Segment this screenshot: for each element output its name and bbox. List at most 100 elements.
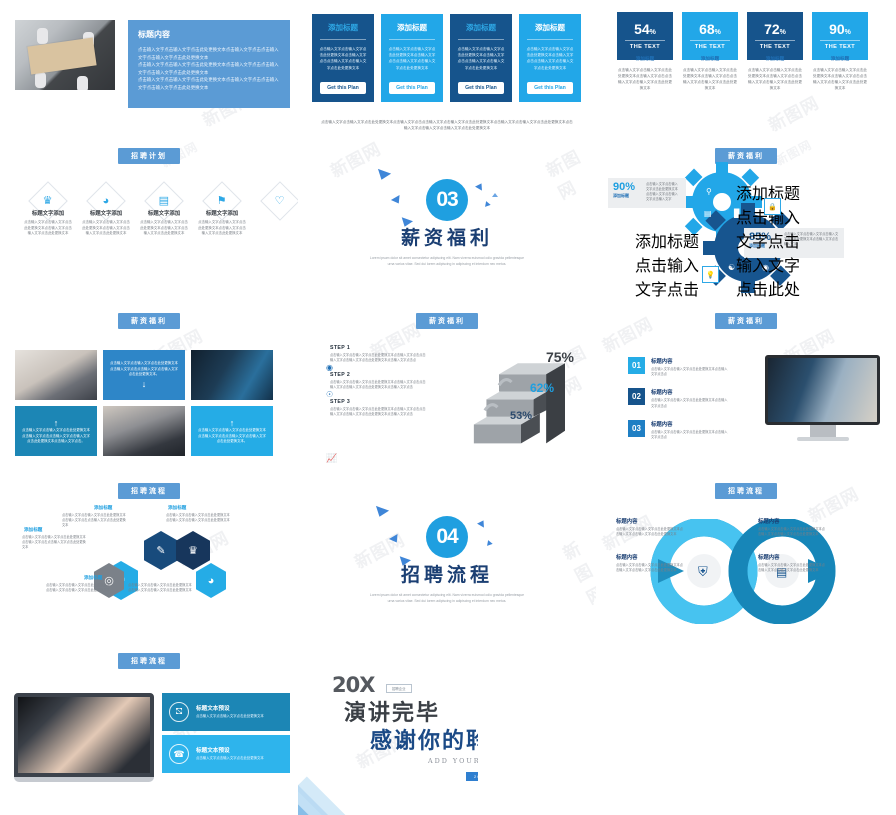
- step-label: STEP 2: [330, 371, 351, 378]
- hex-label-desc: 点击输入文字点击输入文字点击此处更换文本点击输入文字点击点击输入文字点击此处更换…: [62, 513, 126, 528]
- get-plan-button[interactable]: Get this Plan: [527, 82, 573, 94]
- panel-body: 点击输入文字点击输入文字点击此处更换文本点击输入文字点击点击输入文字点击输入文字…: [138, 47, 279, 90]
- section-number: 04: [426, 516, 468, 558]
- grid-text-body: 点击输入文字点击输入文字点击此处更换文本点击输入文字点击点击输入文字点击输入文字…: [22, 428, 90, 444]
- hex-label-title: 添加标题: [24, 527, 43, 532]
- list-desc: 点击输入文字点击输入文字点击此处更换文本点击输入文字点击点: [651, 367, 728, 377]
- plan-card-row: 添加标题 点击输入文字点击输入文字点击此处更换文本点击输入文字点击点击输入文字点…: [312, 14, 581, 102]
- icon-item[interactable]: ⚑ 标题文字添加 点击输入文字点击输入文字点击此处更换文本点击输入文字点击输入文…: [198, 181, 246, 237]
- percent-card[interactable]: 90% THE TEXT 添加标题 点击输入文字点击输入文字点击此处更换文本点击…: [812, 12, 868, 91]
- svg-text:▤: ▤: [704, 209, 712, 218]
- hex-clock-icon[interactable]: ◕: [196, 563, 226, 598]
- plan-card[interactable]: 添加标题 点击输入文字点击输入文字点击此处更换文本点击输入文字点击点击输入文字点…: [312, 14, 374, 102]
- percent-subtitle: 添加标题: [765, 56, 785, 61]
- banner-title: 标题文本预设: [196, 706, 230, 713]
- grid-text-cell[interactable]: ↑ 点击输入文字点击输入文字点击此处更换文本点击输入文字点击点击输入文字点击输入…: [15, 406, 97, 456]
- step-list: STEP 1 点击输入文字点击输入文字点击此处更换文本点击输入文字点击点击输入文…: [326, 345, 426, 463]
- step-label: STEP 1: [330, 345, 351, 351]
- percent-value: 68: [699, 21, 715, 37]
- plan-card[interactable]: 添加标题 点击输入文字点击输入文字点击此处更换文本点击输入文字点击点击输入文字点…: [450, 14, 512, 102]
- plan-body: 点击输入文字点击输入文字点击此处更换文本点击输入文字点击点击输入文字点击输入文字…: [319, 47, 367, 70]
- list-item[interactable]: 02 标题内容 点击输入文字点击输入文字点击此处更换文本点击输入文字点击点: [628, 388, 728, 408]
- infinity-label[interactable]: 标题内容 点击输入文字点击输入文字点击此处更换文本点击输入文字点击输入文字点击此…: [616, 553, 686, 573]
- slide-gears[interactable]: 新图网 薪资福利 ⚲ ▤ ▉ ☯ ◉ 90% 添加标题 点击输入文字点击输入文字…: [596, 140, 896, 305]
- feature-banner[interactable]: ☎ 标题文本预设 点击输入文字点击输入文字点击此处更换文本: [162, 735, 290, 773]
- icon-item[interactable]: ◕ 标题文字添加 点击输入文字点击输入文字点击此处更换文本点击输入文字点击输入文…: [82, 181, 130, 237]
- list-number: 02: [628, 388, 645, 406]
- grid-text-body: 点击输入文字点击输入文字点击此处更换文本点击输入文字点击点击输入文字点击输入文字…: [110, 361, 178, 377]
- slide-recruit-plan-icons[interactable]: 新图网 招聘计划 ♛ 标题文字添加 点击输入文字点击输入文字点击此处更换文本点击…: [0, 140, 298, 305]
- gear-stat-block[interactable]: 90% 添加标题 点击输入文字点击输入文字点击此处更换文本点击输入文字点击输入文…: [608, 178, 686, 208]
- list-number: 01: [628, 357, 645, 374]
- icon-item-row: ♛ 标题文字添加 点击输入文字点击输入文字点击此处更换文本点击输入文字点击输入文…: [24, 181, 298, 237]
- infinity-label[interactable]: 标题内容 点击输入文字点击输入文字点击此处更换文本点击输入文字点击输入文字点击此…: [616, 517, 686, 537]
- stair-value: 62%: [529, 381, 554, 395]
- grid-text-cell[interactable]: 点击输入文字点击输入文字点击此处更换文本点击输入文字点击点击输入文字点击输入文字…: [103, 350, 185, 400]
- company-tag: 招聘企业: [386, 684, 412, 693]
- monitor-screen: [765, 355, 880, 425]
- percent-subtitle: 添加标题: [700, 56, 720, 61]
- get-plan-button[interactable]: Get this Plan: [458, 82, 504, 94]
- icon-item[interactable]: ♛ 标题文字添加 点击输入文字点击输入文字点击此处更换文本点击输入文字点击输入文…: [24, 181, 72, 237]
- gear-label-desc: 点击输入文字点击输入文字点击此处更换文本点击输入文字点击输入文字: [736, 210, 801, 299]
- percent-card[interactable]: 68% THE TEXT 添加标题 点击输入文字点击输入文字点击此处更换文本点击…: [682, 12, 738, 91]
- list-item[interactable]: 01 标题内容 点击输入文字点击输入文字点击此处更换文本点击输入文字点击点: [628, 357, 728, 377]
- heart-icon: ♡: [260, 181, 298, 221]
- slide-section-04[interactable]: 新图网 新图网 04 招聘流程 Lorem ipsum dolor sit am…: [298, 475, 596, 645]
- arrow-down-icon: ↓: [141, 378, 147, 389]
- plan-card[interactable]: 添加标题 点击输入文字点击输入文字点击此处更换文本点击输入文字点击点击输入文字点…: [381, 14, 443, 102]
- plan-card[interactable]: 添加标题 点击输入文字点击输入文字点击此处更换文本点击输入文字点击点击输入文字点…: [519, 14, 581, 102]
- step-item[interactable]: STEP 1 点击输入文字点击输入文字点击此处更换文本点击输入文字点击点击输入文…: [326, 345, 426, 372]
- get-plan-button[interactable]: Get this Plan: [320, 82, 366, 94]
- list-title: 标题内容: [651, 421, 673, 428]
- slide-infinity[interactable]: 新图网 新图网 招聘流程 ⛨ ▤ 标题内容 点击输入文字点击输入文字点击此处更换…: [596, 475, 896, 645]
- blank-right-panel: [478, 645, 596, 815]
- slide-section-03[interactable]: 新图网 新图网 03 薪资福利 Lorem ipsum dolor sit am…: [298, 140, 596, 305]
- lock-icon: 🔒: [764, 198, 781, 215]
- numbered-list: 01 标题内容 点击输入文字点击输入文字点击此处更换文本点击输入文字点击点 02…: [628, 357, 728, 451]
- step-item[interactable]: STEP 3 点击输入文字点击输入文字点击此处更换文本点击输入文字点击点击输入文…: [330, 399, 426, 418]
- slide-title-pill: 薪资福利: [416, 313, 478, 329]
- team-hands-photo: [18, 697, 150, 773]
- percent-card[interactable]: 54% THE TEXT 添加标题 点击输入文字点击输入文字点击此处更换文本点击…: [617, 12, 673, 91]
- slide-laptop-banners[interactable]: 新图网 招聘流程 ⛞ 标题文本预设 点击输入文字点击输入文字点击此处更换文本 ☎…: [0, 645, 298, 815]
- slide-thanks[interactable]: 新图网 新图网 20X 招聘企业 演讲完毕 感谢你的聆听 ADD YOUR SU…: [298, 645, 596, 815]
- percent-unit: %: [779, 29, 786, 36]
- percent-card[interactable]: 72% THE TEXT 添加标题 点击输入文字点击输入文字点击此处更换文本点击…: [747, 12, 803, 91]
- content-panel[interactable]: 标题内容 点击输入文字点击输入文字点击此处更换文本点击输入文字点击点击输入文字点…: [128, 20, 290, 108]
- percent-label: THE TEXT: [820, 40, 860, 50]
- icon-item[interactable]: ▤ 标题文字添加 点击输入文字点击输入文字点击此处更换文本点击输入文字点击输入文…: [140, 181, 188, 237]
- slide-pricing-plans[interactable]: 添加标题 点击输入文字点击输入文字点击此处更换文本点击输入文字点击点击输入文字点…: [298, 0, 596, 140]
- icon-item[interactable]: ♡: [256, 181, 298, 237]
- arrow-up-icon: ↑: [229, 418, 235, 429]
- list-item[interactable]: 03 标题内容 点击输入文字点击输入文字点击此处更换文本点击输入文字点击点: [628, 419, 728, 440]
- svg-text:⚲: ⚲: [706, 187, 712, 196]
- infinity-label[interactable]: 标题内容 点击输入文字点击输入文字点击此处更换文本点击输入文字点击输入文字点击此…: [758, 553, 828, 573]
- infinity-label[interactable]: 标题内容 点击输入文字点击输入文字点击此处更换文本点击输入文字点击输入文字点击此…: [758, 517, 828, 537]
- percent-value: 90: [829, 21, 845, 37]
- plan-body: 点击输入文字点击输入文字点击此处更换文本点击输入文字点击点击输入文字点击输入文字…: [526, 47, 574, 70]
- plan-title: 添加标题: [458, 14, 504, 40]
- meeting-photo: [15, 20, 115, 90]
- slide-monitor-list[interactable]: 新图网 新图网 薪资福利 01 标题内容 点击输入文字点击输入文字点击此处更换文…: [596, 305, 896, 475]
- step-item[interactable]: STEP 2 点击输入文字点击输入文字点击此处更换文本点击输入文字点击点击输入文…: [326, 371, 426, 399]
- step-label: STEP 3: [330, 398, 351, 405]
- hex-trophy-icon[interactable]: ♛: [176, 531, 210, 570]
- slide-percent-cards[interactable]: 新图网 54% THE TEXT 添加标题 点击输入文字点击输入文字点击此处更换…: [596, 0, 896, 140]
- feature-banner[interactable]: ⛞ 标题文本预设 点击输入文字点击输入文字点击此处更换文本: [162, 693, 290, 731]
- percent-value: 54: [634, 21, 650, 37]
- slide-title-content[interactable]: 新图网 标题内容 点击输入文字点击输入文字点击此处更换文本点击输入文字点击点击输…: [0, 0, 298, 140]
- slide-steps-stairs[interactable]: 新图网 新图网 薪资福利 STEP 1 点击输入文字点击输入文字点击此处更换文本…: [298, 305, 596, 475]
- slide-hexagons[interactable]: 新图网 招聘流程 ↗ ◎ ✎ ♛ ◕ 添加标题 点击输入文字点击输入文字点击此处…: [0, 475, 298, 645]
- section-subtitle: Lorem ipsum dolor sit amet consectetur a…: [369, 255, 525, 266]
- percent-desc: 点击输入文字点击输入文字点击此处更换文本点击输入文字点击点击输入文字点击输入文字…: [618, 68, 672, 90]
- grid-text-cell[interactable]: ↑ 点击输入文字点击输入文字点击此处更换文本点击输入文字点击点击输入文字点击输入…: [191, 406, 273, 456]
- gear-label[interactable]: 添加标题 点击输入文字点击输入文字点击此处更换文本点击输入文字点击输入文字: [632, 228, 702, 305]
- get-plan-button[interactable]: Get this Plan: [389, 82, 435, 94]
- icon-item-title: 标题文字添加: [31, 211, 65, 217]
- hex-idea-icon[interactable]: ✎: [144, 531, 178, 570]
- hex-label-title: 添加标题: [94, 505, 113, 510]
- section-title: 薪资福利: [400, 226, 493, 249]
- infinity-label-title: 标题内容: [616, 555, 638, 561]
- slide-photo-grid[interactable]: 新图网 薪资福利 点击输入文字点击输入文字点击此处更换文本点击输入文字点击点击输…: [0, 305, 298, 475]
